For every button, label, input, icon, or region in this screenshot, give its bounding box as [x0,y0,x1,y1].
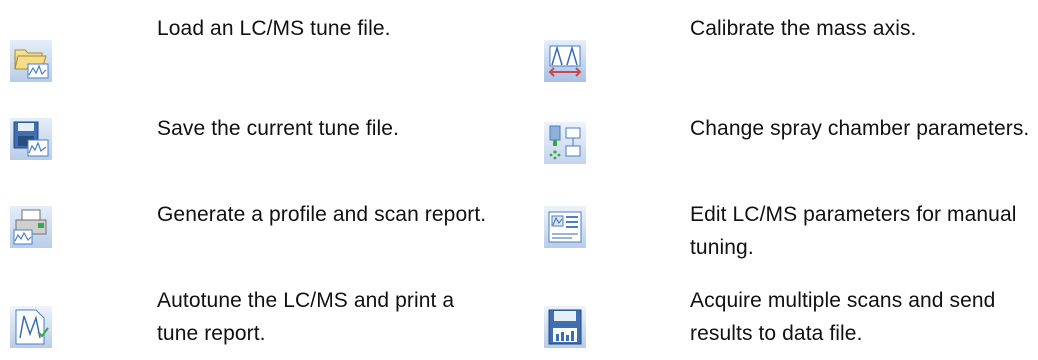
calibrate-mass-axis-icon [542,38,588,84]
edit-parameters-icon [542,204,588,250]
spray-chamber-text: Change spray chamber parameters. [690,117,1030,140]
printer-report-icon [8,204,54,250]
load-tune-file-text: Load an LC/MS tune file. [157,17,391,40]
autotune-chart-icon [8,304,54,350]
autotune-text: Autotune the LC/MS and print a tune repo… [157,289,455,345]
edit-parameters-text: Edit LC/MS parameters for manual tuning. [690,203,1017,259]
save-tune-file-text: Save the current tune file. [157,117,400,140]
calibrate-text: Calibrate the mass axis. [690,17,917,40]
acquire-scans-text: Acquire multiple scans and send results … [690,289,996,345]
save-disk-chart-icon [8,116,54,162]
generate-report-text: Generate a profile and scan report. [157,203,487,226]
spray-chamber-icon [542,120,588,166]
acquire-scans-disk-icon [542,304,588,350]
folder-open-chart-icon [8,38,54,84]
